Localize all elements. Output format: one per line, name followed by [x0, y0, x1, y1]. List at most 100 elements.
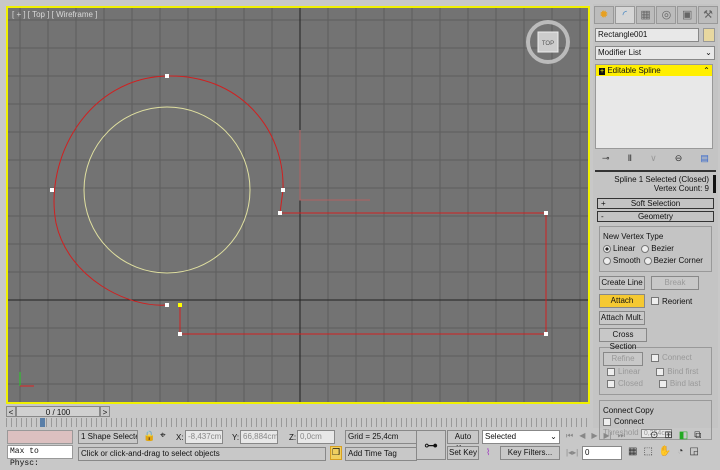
- collapse-icon[interactable]: ⌃: [703, 65, 712, 76]
- key-mode-dropdown[interactable]: Selected ⌄: [482, 430, 560, 444]
- play-icon[interactable]: ▶: [591, 431, 597, 441]
- bind-first-checkbox[interactable]: Bind first: [656, 366, 698, 378]
- zoom-all-icon[interactable]: ⊞: [664, 430, 672, 441]
- modifier-stack[interactable]: + Editable Spline ⌃: [595, 64, 713, 149]
- radio-linear[interactable]: Linear: [603, 243, 635, 255]
- viewport-label[interactable]: [ + ] [ Top ] [ Wireframe ]: [12, 10, 97, 19]
- viewport-nav-controls-row2: ▦ ⬚ ✋ ◔ ◲: [628, 446, 699, 457]
- selection-info: Spline 1 Selected (Closed) Vertex Count:…: [595, 175, 716, 193]
- curve-editor-icon[interactable]: ⌇: [486, 447, 490, 458]
- auto-key-button[interactable]: Auto Key: [447, 430, 479, 453]
- rollout-soft-selection[interactable]: + Soft Selection: [597, 198, 714, 209]
- time-slider[interactable]: < 0 / 100 >: [6, 405, 590, 417]
- closed-checkbox[interactable]: Closed: [607, 378, 643, 390]
- viewport-canvas[interactable]: TOP: [8, 8, 590, 404]
- modifier-list-label: Modifier List: [598, 48, 642, 57]
- cross-section-button[interactable]: Cross Section: [599, 328, 647, 351]
- key-mode-toggle-icon[interactable]: |◂▸|: [566, 448, 578, 457]
- configure-sets-icon[interactable]: ▤: [700, 153, 709, 164]
- z-label: Z:: [289, 433, 297, 442]
- add-time-tag[interactable]: Add Time Tag: [345, 447, 417, 461]
- create-tab-icon[interactable]: ✹: [594, 6, 614, 24]
- y-coordinate-field[interactable]: 66,884cm: [240, 430, 278, 444]
- modifier-list-dropdown[interactable]: Modifier List ⌄: [595, 46, 715, 60]
- remove-modifier-icon[interactable]: ⊖: [675, 153, 683, 164]
- vertex-count: Vertex Count: 9: [653, 184, 709, 193]
- attach-button[interactable]: Attach: [599, 294, 645, 308]
- attach-mult-button[interactable]: Attach Mult.: [599, 311, 645, 325]
- lock-icon[interactable]: 🔒: [143, 431, 155, 442]
- time-slider-thumb[interactable]: 0 / 100: [16, 405, 100, 417]
- x-coordinate-field[interactable]: -8,437cm: [185, 430, 223, 444]
- grid-size: Grid = 25,4cm: [345, 430, 417, 444]
- next-frame-icon[interactable]: ▶|: [604, 431, 612, 441]
- object-name-field[interactable]: Rectangle001: [595, 28, 699, 42]
- maxscript-mini-listener[interactable]: Max to Physc:: [7, 445, 73, 468]
- zoom-icon[interactable]: ⊙: [650, 430, 658, 441]
- selection-count: Spline 1 Selected (Closed): [614, 175, 709, 184]
- linear-checkbox[interactable]: Linear: [607, 366, 640, 378]
- viewport-nav-controls: ⊙ ⊞ ◧ ⧉: [650, 430, 701, 441]
- selection-status: 1 Shape Selected: [78, 430, 138, 444]
- make-unique-icon[interactable]: ∨: [650, 153, 657, 164]
- orbit-icon[interactable]: ◔: [677, 446, 683, 457]
- motion-tab-icon[interactable]: ◎: [656, 6, 677, 24]
- new-vertex-type-group: New Vertex Type Linear Bezier Smooth Bezie…: [599, 226, 712, 272]
- pan-icon[interactable]: ✋: [659, 446, 671, 457]
- maximize-viewport-icon[interactable]: ◲: [689, 446, 698, 457]
- isolate-selection-icon[interactable]: ❐: [330, 446, 342, 460]
- connect-copy-checkbox[interactable]: Connect: [603, 416, 708, 427]
- reorient-checkbox[interactable]: Reorient: [651, 297, 692, 306]
- current-frame-spinner[interactable]: 0: [582, 446, 622, 460]
- stack-item-label: Editable Spline: [607, 66, 661, 75]
- bind-last-checkbox[interactable]: Bind last: [658, 378, 701, 390]
- radio-bezier-corner[interactable]: Bezier Corner: [643, 255, 703, 267]
- z-coordinate-field[interactable]: 0,0cm: [297, 430, 335, 444]
- vertex-handles[interactable]: [50, 74, 548, 336]
- zoom-region-icon[interactable]: ⬚: [643, 446, 652, 457]
- rollout-geometry[interactable]: - Geometry: [597, 211, 714, 222]
- track-bar[interactable]: [6, 418, 590, 427]
- x-label: X:: [176, 433, 184, 442]
- prompt-line: Click or click-and-drag to select object…: [78, 447, 326, 461]
- set-key-mode-key-icon[interactable]: ⊶: [416, 430, 446, 460]
- previous-frame-icon[interactable]: ◀: [579, 431, 585, 441]
- connect-checkbox[interactable]: Connect: [651, 352, 692, 366]
- pivot-gizmo: [299, 130, 370, 201]
- modify-tab-icon[interactable]: ◜: [614, 6, 635, 24]
- prev-frame-button[interactable]: <: [6, 405, 16, 417]
- absolute-mode-icon[interactable]: ⌖: [160, 430, 166, 441]
- stack-item-editable-spline[interactable]: + Editable Spline ⌃: [596, 65, 712, 76]
- utilities-tab-icon[interactable]: ⚒: [698, 6, 718, 24]
- create-line-button[interactable]: Create Line: [599, 276, 645, 290]
- rollout-toggle: +: [601, 199, 606, 208]
- set-key-button[interactable]: Set Key: [447, 446, 479, 460]
- viewcube[interactable]: TOP: [526, 20, 570, 64]
- viewport-top[interactable]: TOP [ + ] [ Top ] [ Wireframe ]: [6, 6, 590, 404]
- zoom-extents-all-icon[interactable]: ⧉: [694, 430, 701, 441]
- refine-group: Refine Connect Linear Bind first Closed Bin…: [599, 347, 712, 395]
- go-to-start-icon[interactable]: ⏮: [566, 431, 573, 441]
- hierarchy-tab-icon[interactable]: ▦: [635, 6, 656, 24]
- display-tab-icon[interactable]: ▣: [677, 6, 698, 24]
- time-config-icon[interactable]: ▦: [628, 446, 637, 457]
- object-color-swatch[interactable]: [703, 28, 715, 42]
- y-label: Y:: [232, 433, 240, 442]
- key-filters-button[interactable]: Key Filters...: [500, 446, 560, 460]
- go-to-end-icon[interactable]: ⏭: [618, 431, 625, 441]
- command-panel: ✹ ◜ ▦ ◎ ▣ ⚒ Rectangle001 Modifier List ⌄ …: [593, 4, 718, 440]
- show-end-result-icon[interactable]: Ⅱ: [628, 153, 632, 164]
- viewcube-face[interactable]: TOP: [542, 41, 554, 47]
- group-title: New Vertex Type: [603, 231, 664, 243]
- next-frame-button[interactable]: >: [100, 405, 110, 417]
- zoom-extents-icon[interactable]: ◧: [679, 430, 688, 441]
- refine-button[interactable]: Refine: [603, 352, 643, 366]
- pin-stack-icon[interactable]: ⊸: [602, 153, 610, 164]
- rollout-title: Soft Selection: [630, 199, 681, 208]
- group-title: Connect Copy: [603, 405, 654, 416]
- break-button[interactable]: Break: [651, 276, 699, 290]
- radio-smooth[interactable]: Smooth: [603, 255, 641, 267]
- expand-icon[interactable]: +: [599, 68, 606, 75]
- maxscript-listener-output[interactable]: [7, 430, 73, 444]
- radio-bezier[interactable]: Bezier: [641, 243, 674, 255]
